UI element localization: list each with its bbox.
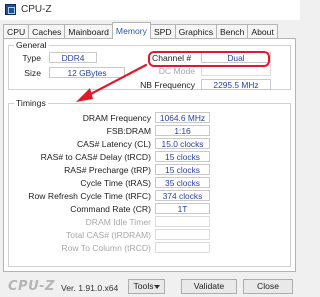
tab-memory[interactable]: Memory (111, 22, 151, 39)
version-label: Ver. 1.91.0.x64 (61, 283, 119, 293)
close-button[interactable]: Close (243, 279, 293, 294)
footer-bar: CPU-Z Ver. 1.91.0.x64 Tools Validate Clo… (0, 274, 300, 297)
annotation-arrow (76, 63, 148, 102)
validate-button[interactable]: Validate (181, 279, 237, 294)
cpu-z-brand-logo: CPU-Z (8, 279, 55, 294)
tools-button-label: Tools (133, 281, 154, 291)
dropdown-arrow-icon (154, 285, 160, 289)
tools-button[interactable]: Tools (128, 279, 165, 294)
